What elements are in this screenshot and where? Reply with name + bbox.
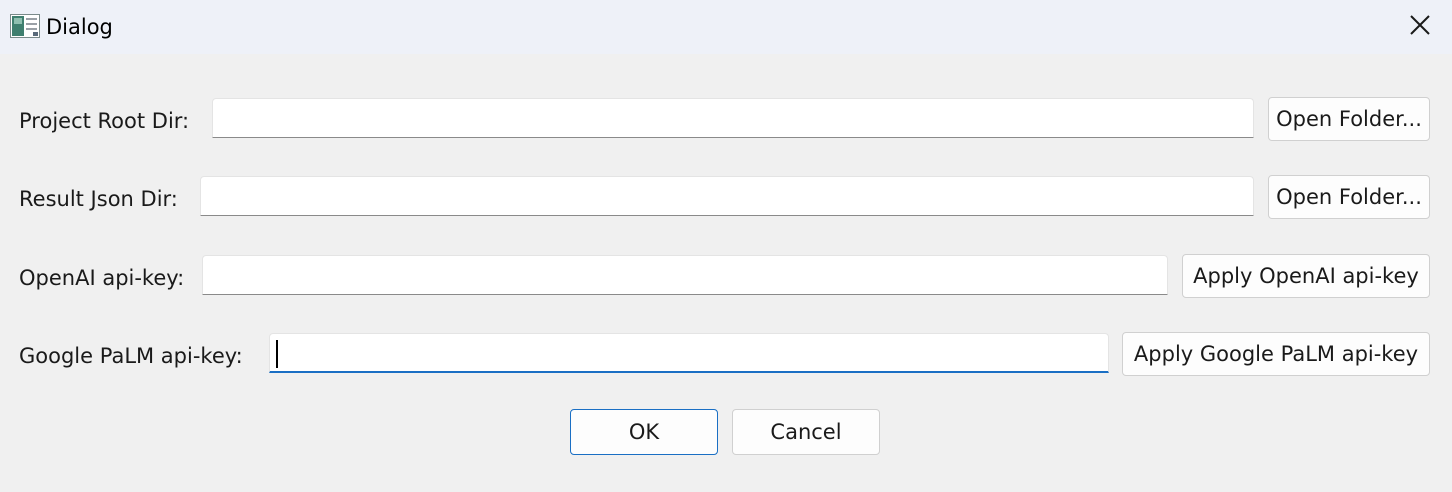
openai-api-key-label: OpenAI api-key: [19,266,185,290]
dialog-window: Dialog Project Root Dir: Open Folder... … [0,0,1452,492]
app-window-icon [10,14,40,38]
open-folder-button-project-root[interactable]: Open Folder... [1268,97,1430,141]
cancel-button[interactable]: Cancel [732,409,880,455]
project-root-dir-label: Project Root Dir: [19,109,190,133]
title-bar: Dialog [0,0,1452,54]
close-button[interactable] [1398,6,1442,48]
ok-button[interactable]: OK [570,409,718,455]
apply-openai-api-key-button[interactable]: Apply OpenAI api-key [1182,254,1430,298]
window-title: Dialog [46,15,113,39]
result-json-dir-input[interactable] [200,176,1254,216]
google-palm-api-key-input[interactable] [269,333,1109,373]
apply-google-palm-api-key-button[interactable]: Apply Google PaLM api-key [1122,332,1430,376]
text-caret [276,340,278,368]
result-json-dir-label: Result Json Dir: [19,187,178,211]
google-palm-api-key-label: Google PaLM api-key: [19,344,243,368]
close-icon [1409,14,1431,40]
open-folder-button-result-json[interactable]: Open Folder... [1268,175,1430,219]
project-root-dir-input[interactable] [212,98,1254,138]
openai-api-key-input[interactable] [202,255,1168,295]
